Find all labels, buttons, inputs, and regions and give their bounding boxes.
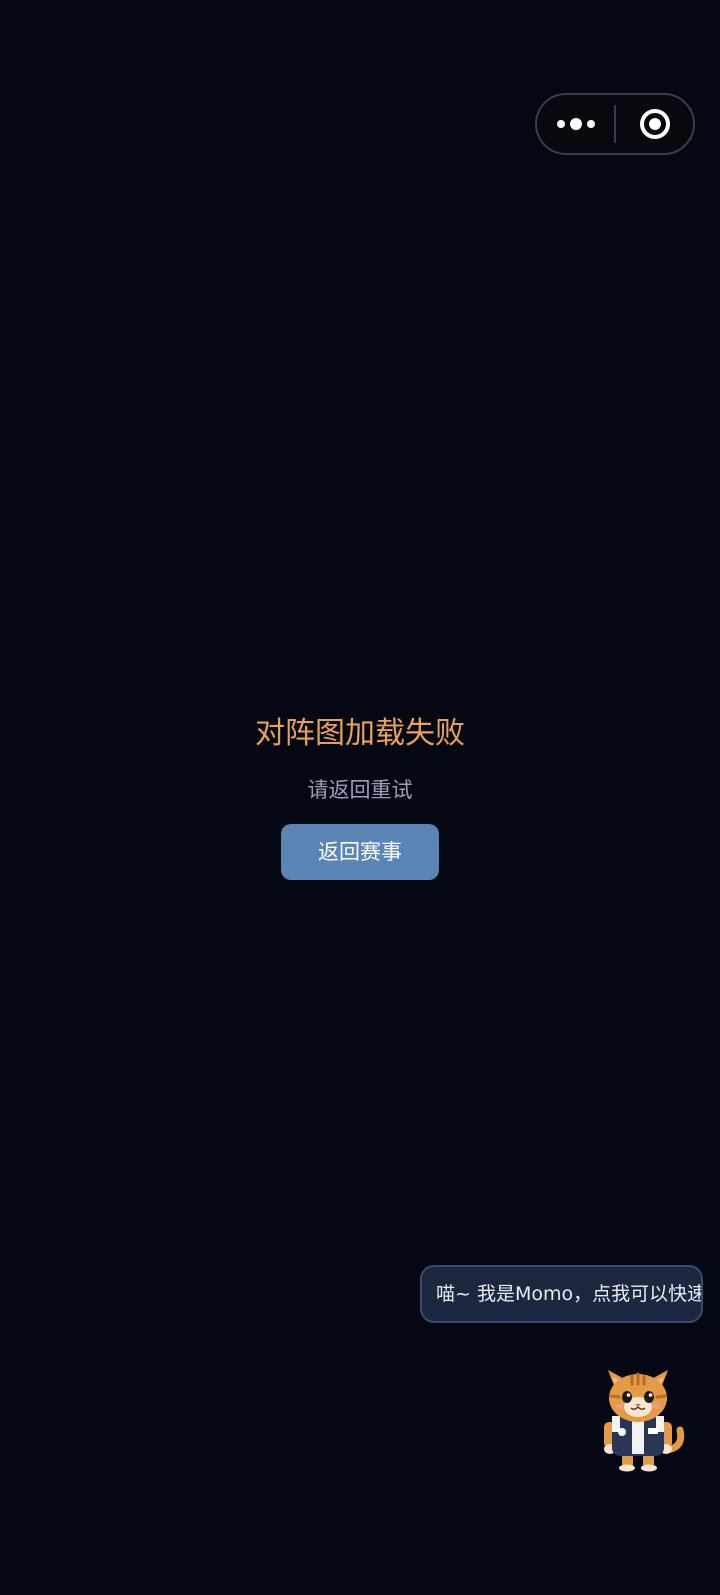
error-title: 对阵图加载失败 (255, 716, 465, 751)
error-subtitle: 请返回重试 (307, 778, 413, 802)
more-dots-icon (556, 118, 595, 130)
close-miniprogram-button[interactable] (616, 95, 693, 153)
target-circle-icon (639, 109, 670, 139)
cat-mascot-icon[interactable] (588, 1352, 688, 1472)
more-menu-button[interactable] (537, 95, 614, 153)
miniprogram-capsule (535, 93, 695, 155)
mascot-bubble-text: 喵~ 我是Momo，点我可以快速导 (436, 1283, 703, 1305)
mascot-speech-bubble[interactable]: 喵~ 我是Momo，点我可以快速导 (420, 1265, 703, 1323)
back-to-events-button[interactable]: 返回赛事 (281, 824, 439, 880)
